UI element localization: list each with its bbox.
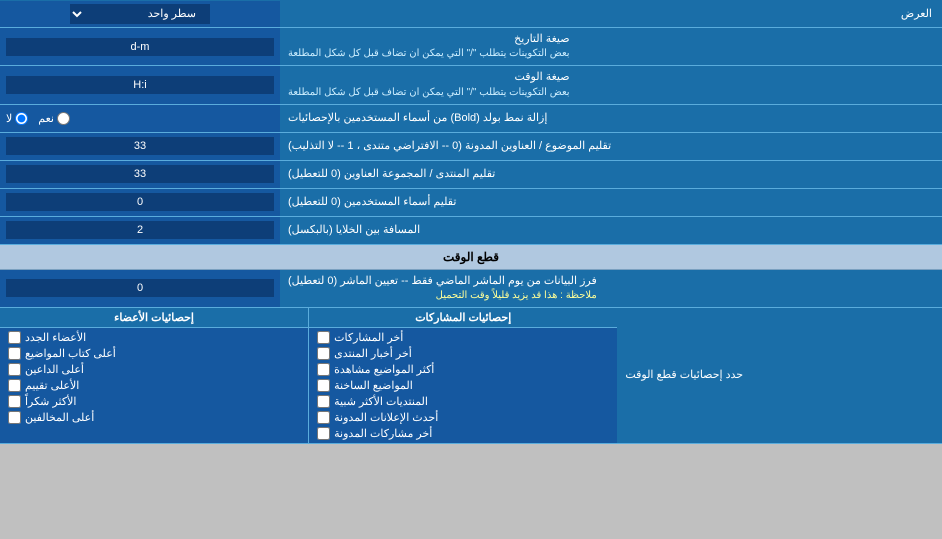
cell-spacing-label: المسافة بين الخلايا (بالبكسل) bbox=[280, 217, 942, 244]
checkbox-posts-3[interactable] bbox=[317, 363, 330, 376]
col1-checkboxes: أخر المشاركات أخر أخبار المنتدى أكثر الم… bbox=[309, 328, 617, 443]
bold-remove-input-container: نعم لا bbox=[0, 105, 280, 132]
date-format-input-container bbox=[0, 28, 280, 65]
top-row: العرض سطر واحد سطرين ثلاثة أسطر bbox=[0, 0, 942, 28]
checkbox-posts-7[interactable] bbox=[317, 427, 330, 440]
col1-header: إحصائيات المشاركات bbox=[309, 308, 617, 328]
stat-posts-2: أخر أخبار المنتدى bbox=[317, 347, 609, 360]
topic-title-padding-row: تقليم الموضوع / العناوين المدونة (0 -- ا… bbox=[0, 133, 942, 161]
stat-members-6: أعلى المخالفين bbox=[8, 411, 300, 424]
stats-limit-row: حدد إحصائيات قطع الوقت إحصائيات المشاركا… bbox=[0, 308, 942, 444]
cell-spacing-row: المسافة بين الخلايا (بالبكسل) bbox=[0, 217, 942, 245]
forum-group-padding-label: تقليم المنتدى / المجموعة العناوين (0 للت… bbox=[280, 161, 942, 188]
col2-checkboxes: الأعضاء الجدد أعلى كتاب المواضيع أعلى ال… bbox=[0, 328, 308, 427]
display-select[interactable]: سطر واحد سطرين ثلاثة أسطر bbox=[70, 4, 210, 24]
time-format-input-container bbox=[0, 66, 280, 103]
usernames-padding-input-container bbox=[0, 189, 280, 216]
stats-limit-label: حدد إحصائيات قطع الوقت bbox=[617, 308, 942, 443]
cutoff-input-container bbox=[0, 270, 280, 307]
bold-remove-no-radio[interactable] bbox=[15, 112, 28, 125]
stat-posts-5: المنتديات الأكثر شبية bbox=[317, 395, 609, 408]
section-header-cutoff: قطع الوقت bbox=[0, 245, 942, 270]
checkbox-members-6[interactable] bbox=[8, 411, 21, 424]
stat-members-4: الأعلى تقييم bbox=[8, 379, 300, 392]
radio-yes-label: نعم bbox=[38, 112, 70, 125]
radio-no-label: لا bbox=[6, 112, 28, 125]
stat-posts-3: أكثر المواضيع مشاهدة bbox=[317, 363, 609, 376]
forum-group-padding-input-container bbox=[0, 161, 280, 188]
usernames-padding-row: تقليم أسماء المستخدمين (0 للتعطيل) bbox=[0, 189, 942, 217]
cutoff-row: فرز البيانات من يوم الماشر الماضي فقط --… bbox=[0, 270, 942, 308]
stat-posts-6: أحدث الإعلانات المدونة bbox=[317, 411, 609, 424]
time-format-label: صيغة الوقت بعض التكوينات يتطلب "/" التي … bbox=[280, 66, 942, 103]
time-format-input[interactable] bbox=[6, 76, 274, 94]
main-container: العرض سطر واحد سطرين ثلاثة أسطر صيغة الت… bbox=[0, 0, 942, 444]
stat-members-1: الأعضاء الجدد bbox=[8, 331, 300, 344]
usernames-padding-input[interactable] bbox=[6, 193, 274, 211]
checkbox-members-4[interactable] bbox=[8, 379, 21, 392]
top-select-container: سطر واحد سطرين ثلاثة أسطر bbox=[0, 1, 280, 27]
top-label: العرض bbox=[280, 3, 942, 24]
stat-posts-7: أخر مشاركات المدونة bbox=[317, 427, 609, 440]
usernames-padding-label: تقليم أسماء المستخدمين (0 للتعطيل) bbox=[280, 189, 942, 216]
col2-header: إحصائيات الأعضاء bbox=[0, 308, 308, 328]
stat-members-2: أعلى كتاب المواضيع bbox=[8, 347, 300, 360]
date-format-row: صيغة التاريخ بعض التكوينات يتطلب "/" الت… bbox=[0, 28, 942, 66]
checkbox-members-2[interactable] bbox=[8, 347, 21, 360]
forum-group-padding-input[interactable] bbox=[6, 165, 274, 183]
stat-members-5: الأكثر شكراً bbox=[8, 395, 300, 408]
time-format-row: صيغة الوقت بعض التكوينات يتطلب "/" التي … bbox=[0, 66, 942, 104]
date-format-input[interactable] bbox=[6, 38, 274, 56]
cell-spacing-input-container bbox=[0, 217, 280, 244]
cutoff-label: فرز البيانات من يوم الماشر الماضي فقط --… bbox=[280, 270, 942, 307]
date-format-label: صيغة التاريخ بعض التكوينات يتطلب "/" الت… bbox=[280, 28, 942, 65]
topic-title-padding-input[interactable] bbox=[6, 137, 274, 155]
checkbox-members-3[interactable] bbox=[8, 363, 21, 376]
checkbox-members-1[interactable] bbox=[8, 331, 21, 344]
bold-remove-label: إزالة نمط بولد (Bold) من أسماء المستخدمي… bbox=[280, 105, 942, 132]
checkbox-posts-6[interactable] bbox=[317, 411, 330, 424]
checkbox-posts-1[interactable] bbox=[317, 331, 330, 344]
checkbox-posts-2[interactable] bbox=[317, 347, 330, 360]
checkbox-members-5[interactable] bbox=[8, 395, 21, 408]
topic-title-padding-input-container bbox=[0, 133, 280, 160]
checkbox-posts-5[interactable] bbox=[317, 395, 330, 408]
cell-spacing-input[interactable] bbox=[6, 221, 274, 239]
stat-posts-1: أخر المشاركات bbox=[317, 331, 609, 344]
checkbox-posts-4[interactable] bbox=[317, 379, 330, 392]
forum-group-padding-row: تقليم المنتدى / المجموعة العناوين (0 للت… bbox=[0, 161, 942, 189]
cutoff-input[interactable] bbox=[6, 279, 274, 297]
bold-remove-yes-radio[interactable] bbox=[57, 112, 70, 125]
stat-members-3: أعلى الداعين bbox=[8, 363, 300, 376]
topic-title-padding-label: تقليم الموضوع / العناوين المدونة (0 -- ا… bbox=[280, 133, 942, 160]
bold-remove-row: إزالة نمط بولد (Bold) من أسماء المستخدمي… bbox=[0, 105, 942, 133]
stat-posts-4: المواضيع الساخنة bbox=[317, 379, 609, 392]
